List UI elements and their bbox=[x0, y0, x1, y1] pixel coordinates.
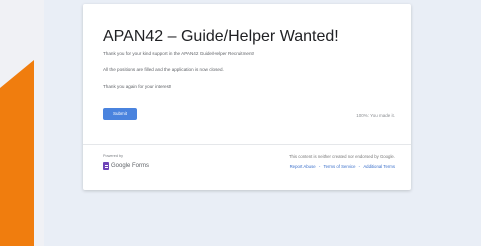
form-card: APAN42 – Guide/Helper Wanted! Thank you … bbox=[83, 4, 411, 190]
closed-message: All the positions are filled and the app… bbox=[103, 67, 224, 72]
google-forms-icon bbox=[103, 162, 109, 170]
terms-of-service-link[interactable]: Terms of Service bbox=[323, 164, 355, 169]
footer-links: Report Abuse - Terms of Service - Additi… bbox=[288, 164, 395, 169]
powered-by-label: Powered by bbox=[103, 154, 124, 158]
link-separator: - bbox=[318, 164, 321, 169]
additional-terms-link[interactable]: Additional Terms bbox=[363, 164, 395, 169]
google-forms-logo[interactable]: Google Forms bbox=[103, 162, 149, 170]
google-disclaimer: This content is neither created nor endo… bbox=[288, 154, 395, 159]
footer-divider bbox=[83, 144, 411, 145]
report-abuse-link[interactable]: Report Abuse bbox=[290, 164, 316, 169]
orange-side-tab bbox=[0, 60, 34, 246]
thanks-again-message: Thank you again for your interest! bbox=[103, 84, 172, 89]
submit-button[interactable]: Submit bbox=[103, 108, 137, 120]
form-title: APAN42 – Guide/Helper Wanted! bbox=[103, 28, 339, 45]
thank-you-message: Thank you for your kind support in the A… bbox=[103, 51, 255, 56]
link-separator: - bbox=[358, 164, 361, 169]
google-forms-brand: Google Forms bbox=[111, 163, 150, 169]
progress-text: 100%: You made it. bbox=[356, 113, 395, 118]
